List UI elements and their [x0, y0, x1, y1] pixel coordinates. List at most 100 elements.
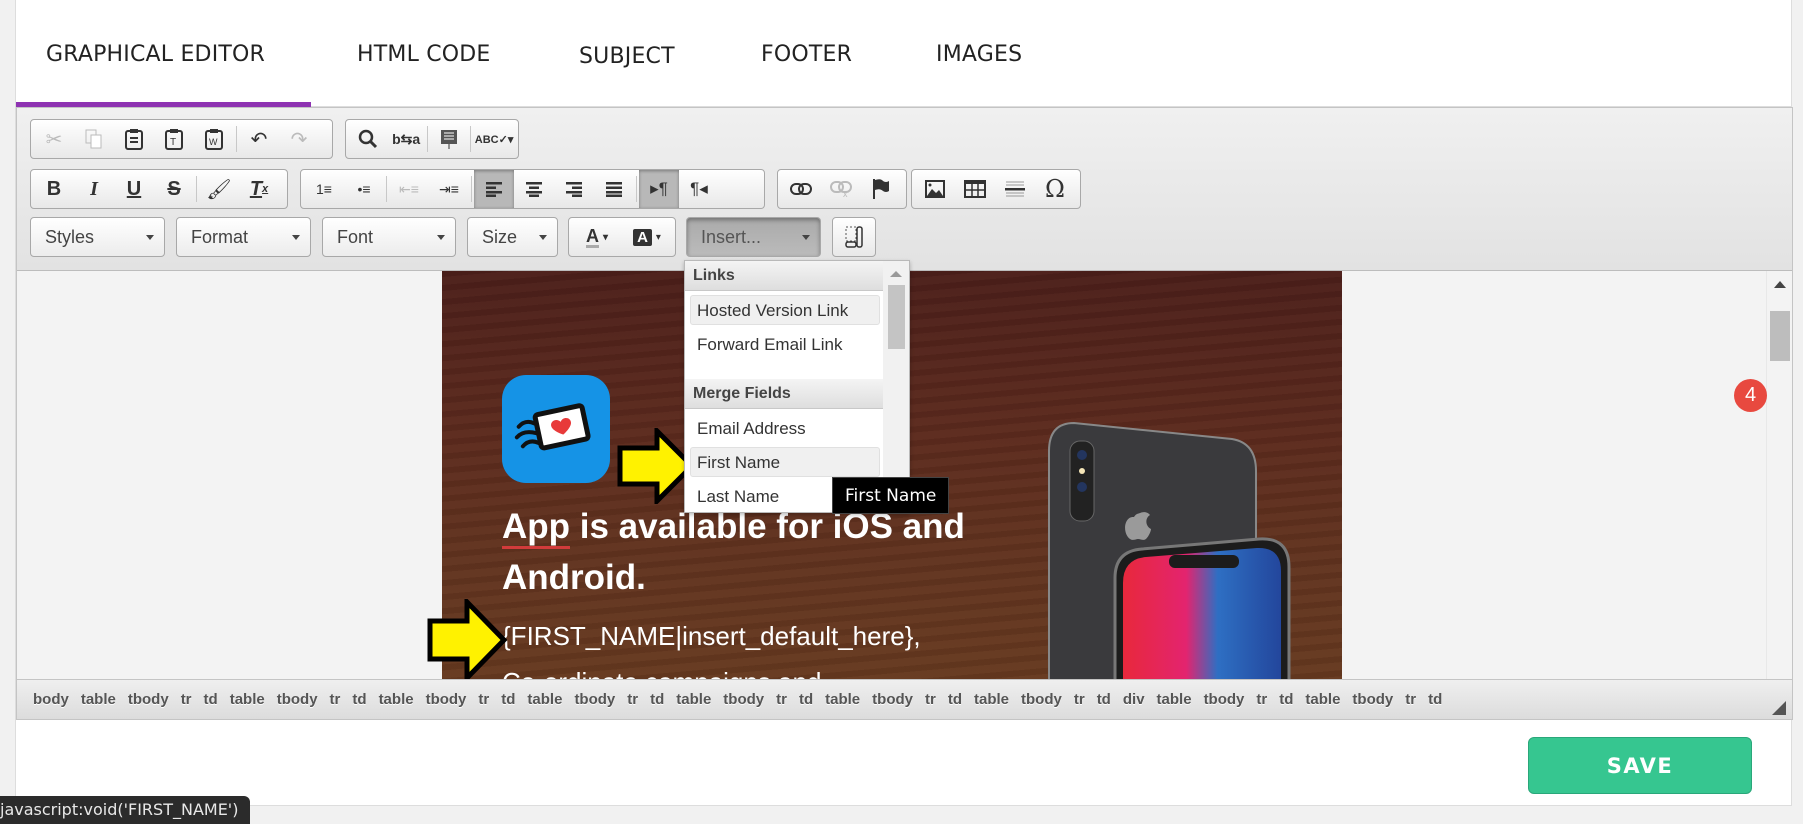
path-crumb[interactable]: tr — [181, 691, 192, 708]
paste-word-icon[interactable]: W — [194, 120, 234, 158]
insert-combo[interactable]: Insert... — [686, 217, 821, 257]
select-all-icon[interactable] — [430, 120, 468, 158]
path-crumb[interactable]: tbody — [128, 691, 169, 708]
path-crumb[interactable]: table — [230, 691, 265, 708]
rtl-icon[interactable]: ¶◂ — [679, 170, 719, 208]
italic-icon[interactable]: I — [74, 170, 114, 208]
format-combo[interactable]: Format — [176, 217, 311, 257]
align-left-icon[interactable] — [474, 170, 514, 208]
justify-icon[interactable] — [594, 170, 634, 208]
tab-html-code[interactable]: HTML CODE — [357, 42, 491, 67]
tab-subject[interactable]: SUBJECT — [579, 44, 675, 69]
tab-images[interactable]: IMAGES — [936, 42, 1022, 67]
font-combo[interactable]: Font — [322, 217, 456, 257]
size-combo[interactable]: Size — [467, 217, 558, 257]
path-crumb[interactable]: td — [650, 691, 664, 708]
content-scrollbar[interactable] — [1766, 271, 1792, 679]
path-crumb[interactable]: body — [33, 691, 69, 708]
scroll-thumb[interactable] — [1770, 311, 1790, 361]
scroll-up-icon[interactable] — [1774, 281, 1786, 288]
paste-text-icon[interactable]: T — [154, 120, 194, 158]
path-crumb[interactable]: tbody — [277, 691, 318, 708]
scroll-up-icon[interactable] — [890, 271, 902, 277]
table-icon[interactable] — [955, 170, 995, 208]
path-crumb[interactable]: tbody — [1352, 691, 1393, 708]
path-crumb[interactable]: tr — [1074, 691, 1085, 708]
path-crumb[interactable]: tbody — [723, 691, 764, 708]
horizontal-rule-icon[interactable] — [995, 170, 1035, 208]
link-icon[interactable] — [781, 170, 821, 208]
path-crumb[interactable]: tr — [1405, 691, 1416, 708]
misspelled-word[interactable]: App — [502, 507, 571, 549]
cut-icon[interactable]: ✂ — [34, 120, 74, 158]
path-crumb[interactable]: td — [1279, 691, 1293, 708]
path-crumb[interactable]: td — [948, 691, 962, 708]
path-crumb[interactable]: tbody — [1021, 691, 1062, 708]
path-crumb[interactable]: tbody — [1204, 691, 1245, 708]
path-crumb[interactable]: td — [799, 691, 813, 708]
path-crumb[interactable]: table — [825, 691, 860, 708]
undo-icon[interactable]: ↶ — [239, 120, 279, 158]
path-crumb[interactable]: table — [527, 691, 562, 708]
image-icon[interactable] — [915, 170, 955, 208]
menu-item-email-address[interactable]: Email Address — [690, 413, 880, 443]
bold-icon[interactable]: B — [34, 170, 74, 208]
underline-icon[interactable]: U — [114, 170, 154, 208]
path-crumb[interactable]: td — [352, 691, 366, 708]
path-crumb[interactable]: tr — [330, 691, 341, 708]
merge-field-text[interactable]: {FIRST_NAME|insert_default_here}, — [502, 621, 921, 652]
path-crumb[interactable]: table — [1157, 691, 1192, 708]
menu-item-forward-email-link[interactable]: Forward Email Link — [690, 329, 880, 359]
path-crumb[interactable]: tbody — [426, 691, 467, 708]
path-crumb[interactable]: table — [974, 691, 1009, 708]
path-crumb[interactable]: tr — [1256, 691, 1267, 708]
path-crumb[interactable]: td — [1097, 691, 1111, 708]
menu-scrollbar[interactable] — [883, 261, 909, 512]
path-crumb[interactable]: td — [501, 691, 515, 708]
tab-footer[interactable]: FOOTER — [761, 42, 852, 67]
paste-icon[interactable] — [114, 120, 154, 158]
numbered-list-icon[interactable]: 1≡ — [304, 170, 344, 208]
path-crumb[interactable]: table — [379, 691, 414, 708]
path-crumb[interactable]: div — [1123, 691, 1145, 708]
copy-format-icon[interactable]: 🖌 — [199, 170, 239, 208]
redo-icon[interactable]: ↷ — [279, 120, 319, 158]
copy-icon[interactable] — [74, 120, 114, 158]
email-headline[interactable]: App is available for iOS and Android. — [502, 501, 982, 603]
menu-item-hosted-version-link[interactable]: Hosted Version Link — [690, 295, 880, 325]
outdent-icon[interactable]: ⇤≡ — [389, 170, 429, 208]
path-crumb[interactable]: tr — [925, 691, 936, 708]
path-crumb[interactable]: table — [676, 691, 711, 708]
remove-format-icon[interactable]: Tx — [239, 170, 279, 208]
text-color-icon[interactable]: A ▾ — [572, 218, 622, 256]
path-crumb[interactable]: tr — [478, 691, 489, 708]
replace-icon[interactable]: b⇆a — [387, 120, 425, 158]
path-crumb[interactable]: table — [1305, 691, 1340, 708]
show-blocks-icon[interactable] — [836, 218, 872, 256]
find-icon[interactable] — [349, 120, 387, 158]
strike-icon[interactable]: S — [154, 170, 194, 208]
background-color-icon[interactable]: A ▾ — [622, 218, 672, 256]
scroll-thumb[interactable] — [888, 285, 905, 349]
path-crumb[interactable]: tr — [627, 691, 638, 708]
tab-graphical-editor[interactable]: GRAPHICAL EDITOR — [46, 42, 265, 67]
resize-handle-icon[interactable] — [1772, 701, 1786, 715]
notification-badge[interactable]: 4 — [1734, 379, 1767, 412]
path-crumb[interactable]: td — [1428, 691, 1442, 708]
path-crumb[interactable]: td — [204, 691, 218, 708]
path-crumb[interactable]: tbody — [872, 691, 913, 708]
path-crumb[interactable]: table — [81, 691, 116, 708]
menu-item-first-name[interactable]: First Name — [690, 447, 880, 477]
special-char-icon[interactable]: Ω — [1035, 170, 1075, 208]
styles-combo[interactable]: Styles — [30, 217, 165, 257]
anchor-icon[interactable] — [861, 170, 901, 208]
path-crumb[interactable]: tr — [776, 691, 787, 708]
unlink-icon[interactable]: x — [821, 170, 861, 208]
align-right-icon[interactable] — [554, 170, 594, 208]
save-button[interactable]: SAVE — [1528, 737, 1752, 794]
path-crumb[interactable]: tbody — [574, 691, 615, 708]
spellcheck-icon[interactable]: ABC✓▾ — [473, 120, 515, 158]
ltr-icon[interactable]: ▸¶ — [639, 170, 679, 208]
indent-icon[interactable]: ⇥≡ — [429, 170, 469, 208]
bulleted-list-icon[interactable]: •≡ — [344, 170, 384, 208]
